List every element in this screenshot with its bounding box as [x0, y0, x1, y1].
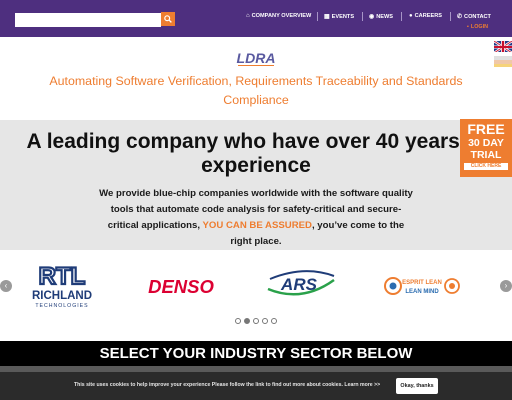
calendar-icon: ▦ [324, 14, 330, 20]
cookie-accept-button[interactable]: Okay, thanks [396, 378, 438, 394]
chevron-left-icon: ‹ [4, 281, 8, 290]
german-flag-icon[interactable] [494, 55, 512, 67]
esprit-line-2: LEAN MIND [405, 289, 439, 295]
hero-text: We provide blue-chip companies worldwide… [96, 186, 416, 250]
cookie-message-text: This site uses cookies to help improve y… [74, 382, 343, 388]
nav-company-overview[interactable]: ⌂ COMPANY OVERVIEW [246, 13, 311, 19]
phone-icon: ✆ [457, 14, 463, 20]
login-label: LOGIN [470, 24, 488, 30]
ldra-logo-text: LDRA [237, 50, 276, 66]
nav-careers-label: CAREERS [414, 13, 442, 19]
ldra-logo[interactable]: LDRA [236, 49, 276, 67]
nav-contact[interactable]: ✆ CONTACT [457, 13, 491, 21]
carousel-next-button[interactable]: › [500, 280, 512, 292]
nav-divider [450, 12, 451, 21]
esprit-lean-logo[interactable]: ESPRIT LEAN LEAN MIND [382, 274, 462, 298]
login-link[interactable]: ▪ LOGIN [467, 24, 488, 30]
nav-contact-label: CONTACT [464, 13, 491, 20]
search-button[interactable] [161, 12, 175, 26]
richland-subtitle: TECHNOLOGIES [35, 303, 88, 309]
nav-careers[interactable]: ● CAREERS [409, 13, 442, 19]
ars-logo[interactable]: ARS [262, 266, 340, 302]
richland-mark: RTL [39, 263, 86, 290]
trial-line-2: 30 DAY [468, 137, 504, 149]
search-input[interactable] [15, 13, 161, 27]
tagline: Automating Software Verification, Requir… [49, 74, 463, 107]
cookie-banner: This site uses cookies to help improve y… [0, 372, 512, 400]
home-icon: ⌂ [246, 13, 250, 19]
nav-news-label: NEWS [376, 13, 394, 20]
trial-click-here: CLICK HERE [464, 163, 508, 170]
hero-title: A leading company who have over 40 years… [26, 130, 486, 177]
lock-icon: ▪ [467, 24, 469, 30]
richland-technologies-logo[interactable]: RTL RICHLAND TECHNOLOGIES [22, 262, 102, 310]
ars-wordmark: ARS [280, 275, 318, 294]
hero-banner: A leading company who have over 40 years… [0, 120, 512, 250]
free-trial-badge[interactable]: FREE 30 DAY TRIAL CLICK HERE [460, 119, 512, 177]
nav-divider [401, 12, 402, 21]
top-nav-bar: ⌂ COMPANY OVERVIEW ▦ EVENTS ◉ NEWS ● CAR… [0, 0, 512, 37]
nav-news[interactable]: ◉ NEWS [369, 13, 394, 21]
nav-events-label: EVENTS [331, 13, 355, 20]
search-icon [164, 15, 172, 23]
denso-logo[interactable]: DENSO [141, 274, 221, 298]
trial-line-3: TRIAL [470, 149, 502, 161]
globe-icon: ◉ [369, 14, 375, 20]
english-flag-icon[interactable] [494, 40, 512, 52]
trial-line-1: FREE [467, 121, 505, 137]
chevron-right-icon: › [504, 281, 508, 290]
nav-company-overview-label: COMPANY OVERVIEW [251, 13, 312, 19]
carousel-dot[interactable] [235, 318, 241, 324]
carousel-dot[interactable] [271, 318, 277, 324]
carousel-dot[interactable] [244, 318, 250, 324]
carousel-prev-button[interactable]: ‹ [0, 280, 12, 292]
carousel-dot[interactable] [262, 318, 268, 324]
cookie-message: This site uses cookies to help improve y… [74, 382, 380, 388]
industry-sector-heading: SELECT YOUR INDUSTRY SECTOR BELOW [0, 341, 512, 366]
nav-events[interactable]: ▦ EVENTS [324, 13, 355, 21]
cookie-learn-more-link[interactable]: Learn more >> [344, 382, 380, 388]
nav-divider [362, 12, 363, 21]
richland-name: RICHLAND [32, 290, 92, 302]
hero-text-highlight: YOU CAN BE ASSURED [202, 220, 312, 231]
carousel-dot[interactable] [253, 318, 259, 324]
esprit-line-1: ESPRIT LEAN [402, 280, 442, 286]
denso-wordmark: DENSO [148, 276, 214, 297]
user-icon: ● [409, 13, 413, 19]
carousel-pagination [235, 318, 277, 324]
nav-divider [317, 12, 318, 21]
